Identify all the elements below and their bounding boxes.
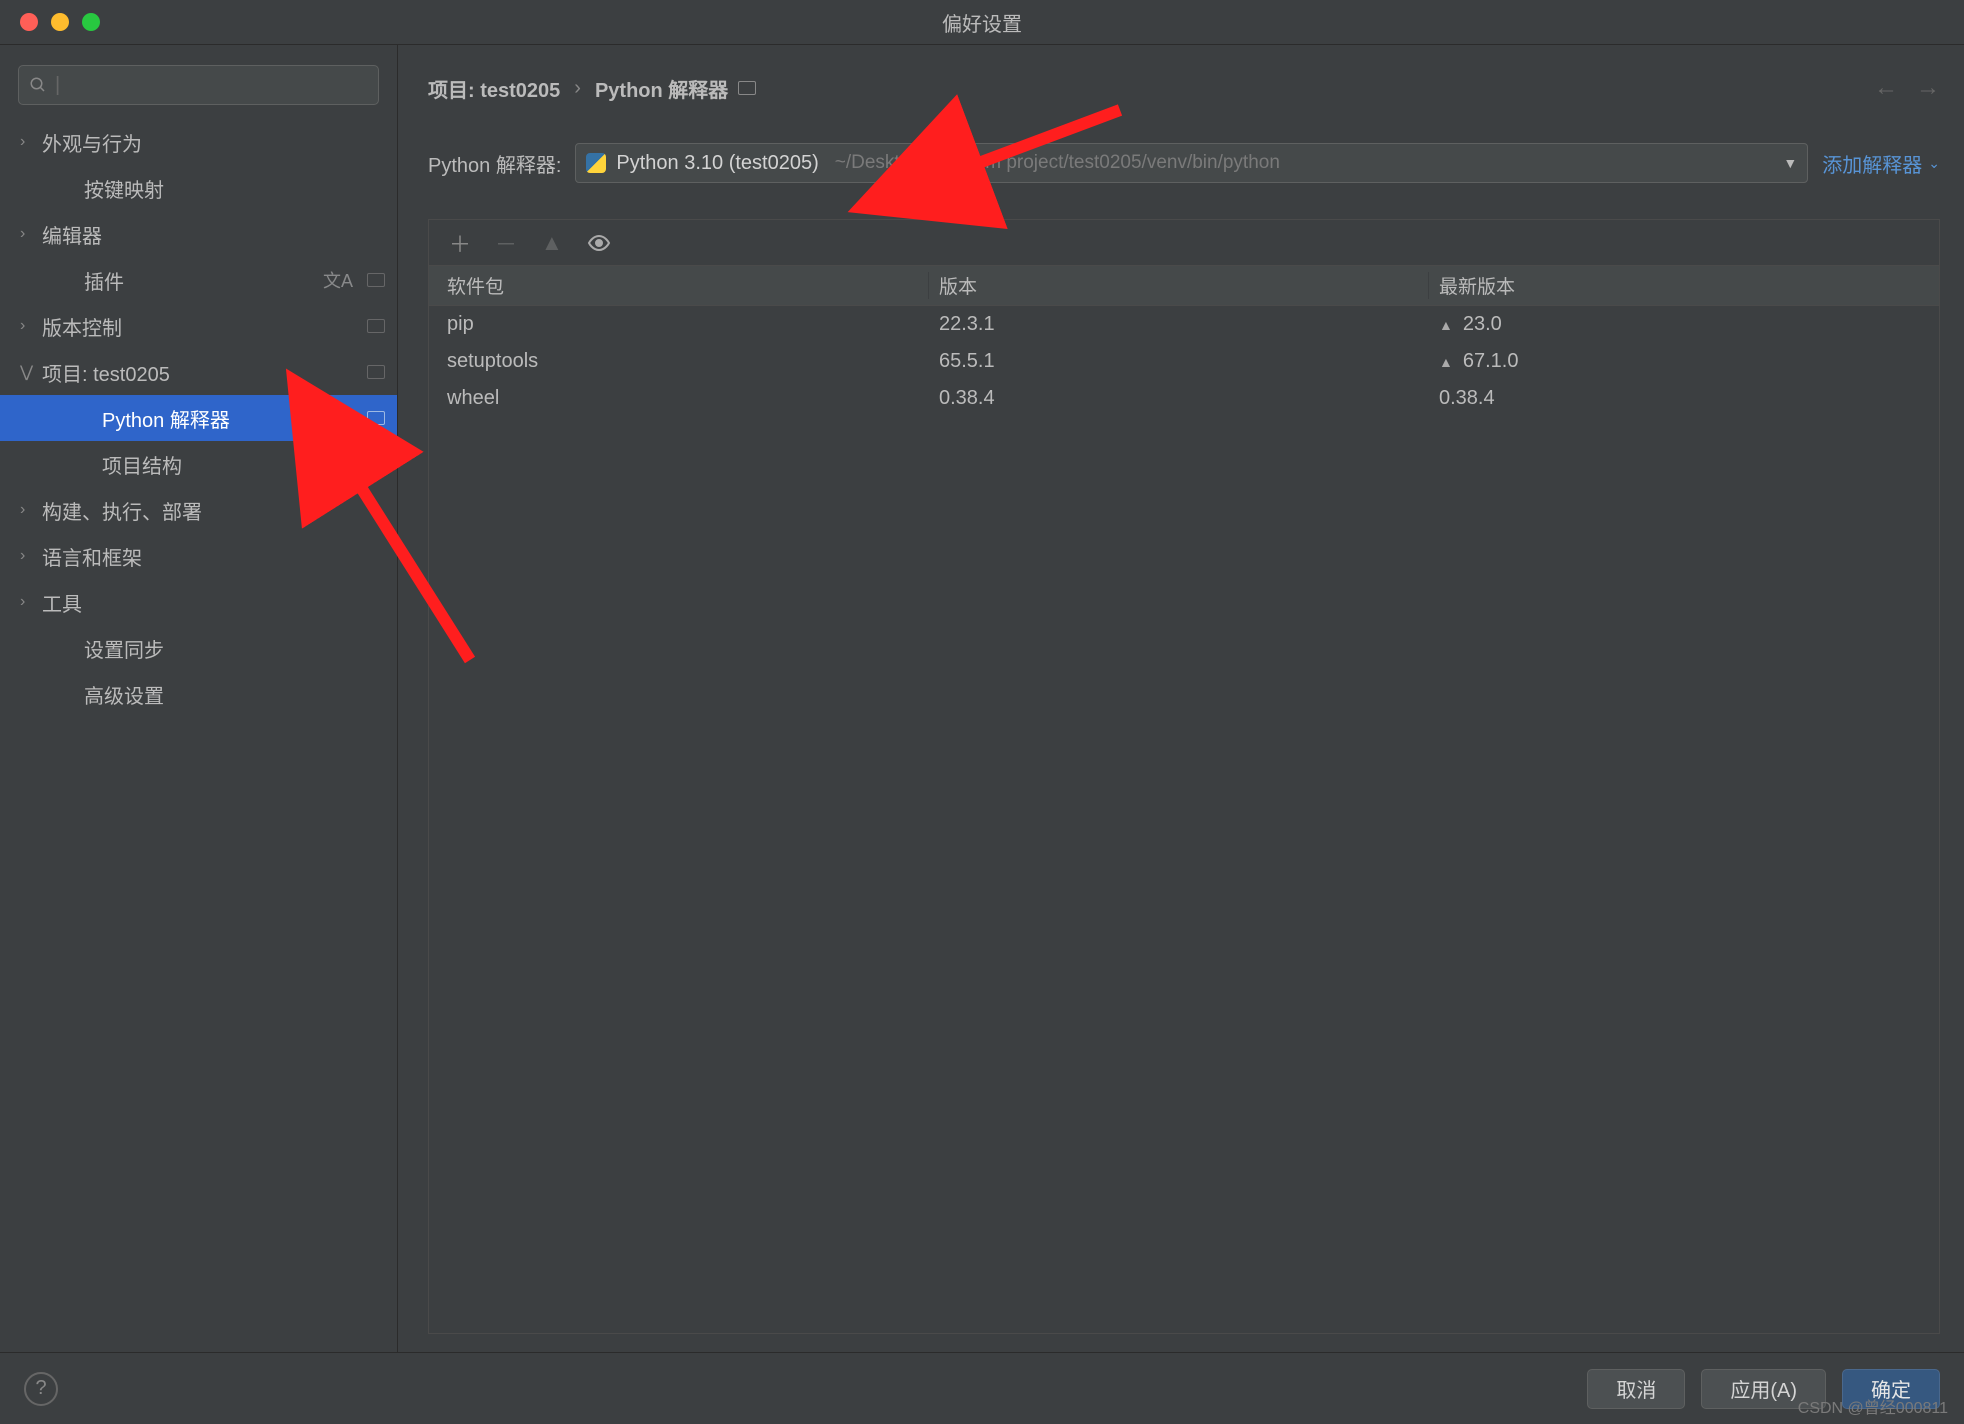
settings-main: 项目: test0205 › Python 解释器 ← → Python 解释器… xyxy=(398,45,1964,1352)
sidebar-item-8[interactable]: ›构建、执行、部署 xyxy=(0,487,397,533)
sidebar-item-label: 版本控制 xyxy=(42,312,361,341)
upgrade-package-button[interactable]: ▲ xyxy=(541,230,563,256)
package-row[interactable]: wheel0.38.40.38.4 xyxy=(429,380,1939,417)
sidebar-item-7[interactable]: 项目结构 xyxy=(0,441,397,487)
interpreter-path: ~/Desktop/Pycharm project/test0205/venv/… xyxy=(835,152,1280,174)
upgrade-available-icon: ▲ xyxy=(1439,354,1453,370)
package-row[interactable]: setuptools65.5.1▲67.1.0 xyxy=(429,343,1939,380)
sidebar-item-label: 外观与行为 xyxy=(42,128,385,157)
cancel-button[interactable]: 取消 xyxy=(1587,1369,1685,1409)
add-interpreter-button[interactable]: 添加解释器 ⌄ xyxy=(1822,149,1940,178)
header-name[interactable]: 软件包 xyxy=(429,272,929,299)
add-package-button[interactable]: ＋ xyxy=(449,227,471,259)
interpreter-label: Python 解释器: xyxy=(428,149,561,178)
packages-panel: ＋ － ▲ 软件包 版本 最新版本 pip22.3.1▲23.0setuptoo… xyxy=(428,219,1940,1334)
packages-rows: pip22.3.1▲23.0setuptools65.5.1▲67.1.0whe… xyxy=(429,306,1939,1333)
window-controls xyxy=(0,13,100,31)
dialog-footer: ? 取消 应用(A) 确定 xyxy=(0,1352,1964,1424)
packages-toolbar: ＋ － ▲ xyxy=(429,220,1939,266)
chevron-down-icon: ⌄ xyxy=(1928,155,1940,172)
chevron-down-icon: ▼ xyxy=(1783,155,1797,171)
close-window-button[interactable] xyxy=(20,13,38,31)
sidebar-item-label: 工具 xyxy=(42,588,385,617)
chevron-right-icon: › xyxy=(20,317,42,335)
chevron-right-icon: › xyxy=(20,133,42,151)
package-row[interactable]: pip22.3.1▲23.0 xyxy=(429,306,1939,343)
sidebar-item-10[interactable]: ›工具 xyxy=(0,579,397,625)
settings-tree: ›外观与行为按键映射›编辑器插件文A›版本控制⋁项目: test0205Pyth… xyxy=(0,115,397,717)
python-icon xyxy=(586,153,606,173)
sidebar-item-9[interactable]: ›语言和框架 xyxy=(0,533,397,579)
sidebar-item-label: 项目结构 xyxy=(102,450,361,479)
chevron-right-icon: › xyxy=(20,501,42,519)
chevron-right-icon: › xyxy=(20,547,42,565)
window-title: 偏好设置 xyxy=(942,8,1022,37)
project-scope-icon xyxy=(738,81,756,95)
project-scope-icon xyxy=(367,365,385,379)
breadcrumb: 项目: test0205 › Python 解释器 ← → xyxy=(428,63,1940,113)
package-name: setuptools xyxy=(429,350,929,373)
search-caret: | xyxy=(55,74,60,97)
sidebar-item-0[interactable]: ›外观与行为 xyxy=(0,119,397,165)
project-scope-icon xyxy=(367,411,385,425)
sidebar-item-label: 项目: test0205 xyxy=(42,358,361,387)
header-version[interactable]: 版本 xyxy=(929,272,1429,299)
package-version: 22.3.1 xyxy=(929,313,1429,336)
sidebar-item-label: 高级设置 xyxy=(84,680,385,709)
sidebar-item-12[interactable]: 高级设置 xyxy=(0,671,397,717)
packages-header: 软件包 版本 最新版本 xyxy=(429,266,1939,306)
package-name: pip xyxy=(429,313,929,336)
add-interpreter-label: 添加解释器 xyxy=(1822,149,1922,178)
package-version: 65.5.1 xyxy=(929,350,1429,373)
project-scope-icon xyxy=(367,319,385,333)
search-icon xyxy=(29,76,47,94)
chevron-right-icon: › xyxy=(20,225,42,243)
nav-forward-button[interactable]: → xyxy=(1916,74,1940,102)
minimize-window-button[interactable] xyxy=(51,13,69,31)
sidebar-item-2[interactable]: ›编辑器 xyxy=(0,211,397,257)
breadcrumb-leaf: Python 解释器 xyxy=(595,74,728,103)
package-latest: ▲23.0 xyxy=(1429,313,1939,336)
title-bar: 偏好设置 xyxy=(0,0,1964,45)
project-scope-icon xyxy=(367,273,385,287)
sidebar-item-label: 语言和框架 xyxy=(42,542,385,571)
settings-sidebar: | ›外观与行为按键映射›编辑器插件文A›版本控制⋁项目: test0205Py… xyxy=(0,45,398,1352)
package-latest: ▲67.1.0 xyxy=(1429,350,1939,373)
sidebar-item-label: 按键映射 xyxy=(84,174,385,203)
watermark: CSDN @曾经000811 xyxy=(1798,1394,1948,1418)
chevron-right-icon: › xyxy=(20,593,42,611)
sidebar-item-6[interactable]: Python 解释器 xyxy=(0,395,397,441)
nav-back-button[interactable]: ← xyxy=(1874,74,1898,102)
sidebar-item-4[interactable]: ›版本控制 xyxy=(0,303,397,349)
help-button[interactable]: ? xyxy=(24,1372,58,1406)
project-scope-icon xyxy=(367,457,385,471)
sidebar-item-label: 插件 xyxy=(84,266,323,295)
translate-icon: 文A xyxy=(323,267,353,293)
sidebar-item-label: 设置同步 xyxy=(84,634,385,663)
sidebar-item-5[interactable]: ⋁项目: test0205 xyxy=(0,349,397,395)
sidebar-item-11[interactable]: 设置同步 xyxy=(0,625,397,671)
sidebar-item-label: 编辑器 xyxy=(42,220,385,249)
sidebar-item-label: Python 解释器 xyxy=(102,404,361,433)
sidebar-item-1[interactable]: 按键映射 xyxy=(0,165,397,211)
interpreter-name: Python 3.10 (test0205) xyxy=(616,152,818,175)
package-latest: 0.38.4 xyxy=(1429,387,1939,410)
search-input[interactable]: | xyxy=(18,65,379,105)
breadcrumb-separator: › xyxy=(574,77,581,100)
sidebar-item-3[interactable]: 插件文A xyxy=(0,257,397,303)
package-version: 0.38.4 xyxy=(929,387,1429,410)
package-name: wheel xyxy=(429,387,929,410)
interpreter-dropdown[interactable]: Python 3.10 (test0205) ~/Desktop/Pycharm… xyxy=(575,143,1808,183)
breadcrumb-root[interactable]: 项目: test0205 xyxy=(428,74,560,103)
upgrade-available-icon: ▲ xyxy=(1439,317,1453,333)
remove-package-button[interactable]: － xyxy=(495,227,517,259)
header-latest[interactable]: 最新版本 xyxy=(1429,272,1939,299)
sidebar-item-label: 构建、执行、部署 xyxy=(42,496,385,525)
maximize-window-button[interactable] xyxy=(82,13,100,31)
chevron-down-icon: ⋁ xyxy=(20,362,42,382)
show-early-releases-button[interactable] xyxy=(587,231,611,255)
